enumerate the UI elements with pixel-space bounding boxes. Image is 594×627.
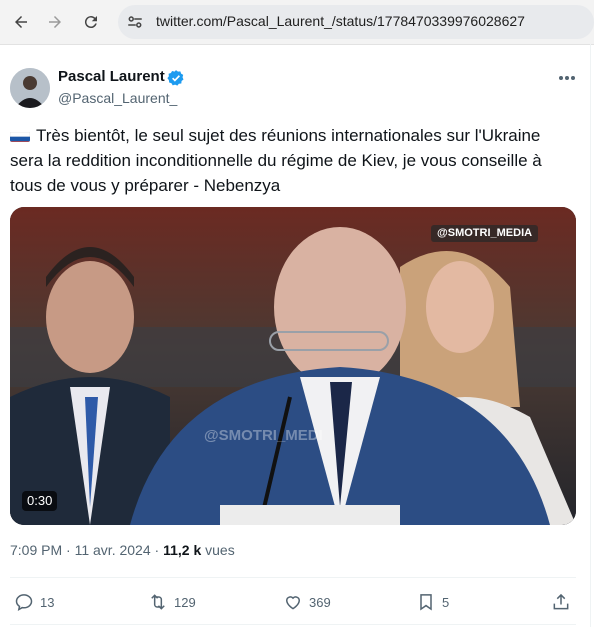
browser-toolbar: twitter.com/Pascal_Laurent_/status/17784… xyxy=(0,0,594,45)
share-button[interactable] xyxy=(551,590,571,614)
tweet-text: Très bientôt, le seul sujet des réunions… xyxy=(10,126,542,195)
tweet-meta: 7:09 PM · 11 avr. 2024 · 11,2 k vues xyxy=(10,542,235,558)
divider xyxy=(10,624,576,625)
video-overlay-watermark: @SMOTRI_MEDI xyxy=(204,427,323,444)
reload-button[interactable] xyxy=(80,11,102,33)
video-watermark: @SMOTRI_MEDIA xyxy=(431,225,539,242)
retweet-button[interactable]: 129 xyxy=(148,590,196,614)
avatar[interactable] xyxy=(10,68,50,108)
reload-icon xyxy=(84,16,97,29)
address-bar[interactable]: twitter.com/Pascal_Laurent_/status/17784… xyxy=(118,5,594,39)
bookmark-icon xyxy=(420,594,432,611)
url-text[interactable]: twitter.com/Pascal_Laurent_/status/17784… xyxy=(156,13,525,29)
author-name[interactable]: Pascal Laurent xyxy=(58,68,165,85)
more-options-button[interactable] xyxy=(556,68,578,88)
site-settings-icon[interactable] xyxy=(126,13,144,31)
arrow-right-icon xyxy=(49,16,61,28)
bookmark-count: 5 xyxy=(442,594,450,610)
bookmark-button[interactable]: 5 xyxy=(416,590,449,614)
divider xyxy=(10,577,576,578)
video-player[interactable] xyxy=(10,207,576,525)
russia-flag-icon xyxy=(10,128,30,142)
heart-icon xyxy=(285,596,301,610)
back-button[interactable] xyxy=(10,11,32,33)
video-frame xyxy=(10,207,576,525)
reply-count: 13 xyxy=(40,594,55,610)
tweet-text-block: Très bientôt, le seul sujet des réunions… xyxy=(10,123,576,198)
tweet-date[interactable]: 11 avr. 2024 xyxy=(75,542,151,558)
arrow-left-icon xyxy=(15,16,27,28)
video-duration: 0:30 xyxy=(22,491,58,511)
verified-badge-icon xyxy=(167,70,184,86)
share-icon xyxy=(553,593,569,610)
tweet-time[interactable]: 7:09 PM xyxy=(10,542,62,558)
views-count: 11,2 k xyxy=(163,542,202,558)
views-label: vues xyxy=(205,542,235,558)
meta-separator: · xyxy=(66,542,75,558)
more-horizontal-icon xyxy=(559,76,575,80)
forward-button[interactable] xyxy=(44,11,66,33)
reply-button[interactable]: 13 xyxy=(14,590,54,614)
avatar-image xyxy=(10,68,50,108)
like-button[interactable]: 369 xyxy=(283,590,331,614)
author-handle[interactable]: @Pascal_Laurent_ xyxy=(58,90,177,106)
like-count: 369 xyxy=(309,594,331,610)
column-border xyxy=(590,44,591,627)
reply-icon xyxy=(15,594,33,611)
retweet-count: 129 xyxy=(174,594,196,610)
retweet-icon xyxy=(151,594,165,610)
meta-separator: · xyxy=(154,542,164,558)
